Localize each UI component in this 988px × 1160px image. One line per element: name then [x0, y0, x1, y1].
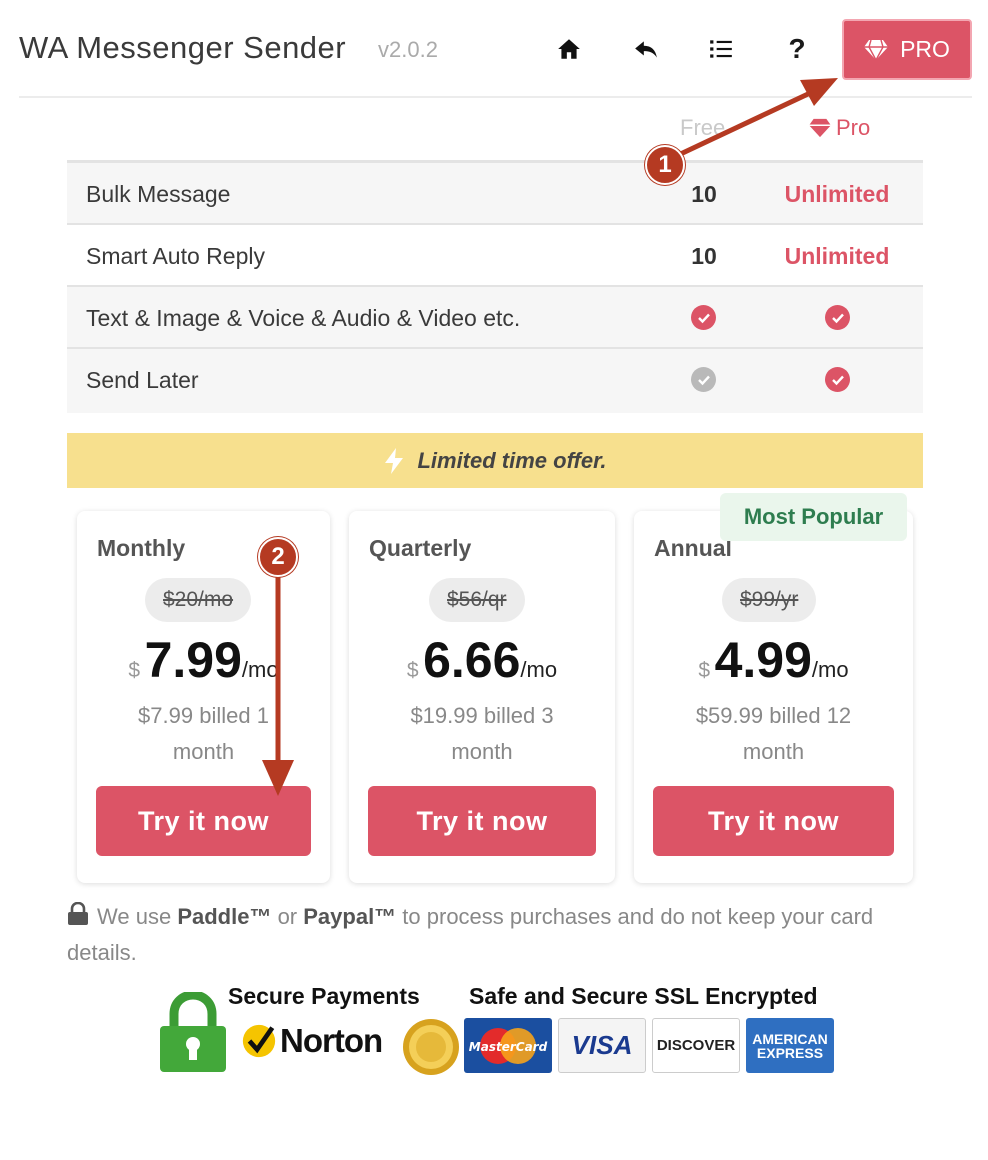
amex-line1: AMERICAN	[752, 1030, 828, 1047]
app-title: WA Messenger Sender	[19, 30, 347, 65]
old-price: $20/mo	[145, 578, 252, 622]
amex-logo: AMERICAN EXPRESS	[746, 1018, 834, 1073]
feature-label: Bulk Message	[86, 181, 231, 207]
plan-name: Annual	[654, 535, 732, 561]
price-currency: $	[698, 659, 711, 682]
table-row: Bulk Message 10 Unlimited	[67, 163, 923, 225]
billed-text: $19.99 billed 3 month	[369, 698, 595, 770]
old-price: $56/qr	[429, 578, 525, 622]
check-icon	[825, 305, 850, 330]
ssl-title: Safe and Secure SSL Encrypted	[469, 983, 818, 1009]
table-row: Text & Image & Voice & Audio & Video etc…	[67, 287, 923, 349]
home-icon[interactable]	[554, 34, 584, 64]
note-or: or	[271, 904, 304, 929]
discover-logo: DISCOVER	[652, 1018, 740, 1073]
note-paypal: Paypal™	[303, 904, 397, 929]
price: $ 4.99/mo	[634, 631, 913, 689]
pro-button[interactable]: PRO	[842, 19, 972, 80]
billed-line: $7.99 billed 1	[138, 703, 269, 728]
list-icon[interactable]	[706, 34, 736, 64]
annotation-step-1: 1	[645, 145, 685, 185]
header-divider	[19, 96, 972, 98]
price-amount: 7.99	[144, 632, 242, 688]
check-icon	[691, 305, 716, 330]
billed-line: month	[451, 739, 513, 764]
undo-icon[interactable]	[631, 34, 661, 64]
feature-free-value: 10	[691, 243, 717, 269]
billed-line: $59.99 billed 12	[695, 703, 852, 728]
table-row: Smart Auto Reply 10 Unlimited	[67, 225, 923, 287]
feature-pro-value: Unlimited	[784, 181, 890, 207]
feature-free-value: 10	[691, 181, 717, 207]
feature-label: Send Later	[86, 367, 199, 393]
secure-payments-title: Secure Payments	[228, 983, 420, 1009]
column-pro-label: Pro	[836, 115, 871, 140]
note-paddle: Paddle™	[177, 904, 272, 929]
norton-text: Norton	[280, 1022, 383, 1059]
annotation-step-2: 2	[258, 537, 298, 577]
pro-button-label: PRO	[900, 36, 950, 62]
price: $ 7.99/mo	[77, 631, 330, 689]
bolt-icon	[385, 447, 404, 474]
billed-text: $7.99 billed 1 month	[97, 698, 310, 770]
column-free: Free	[680, 115, 726, 140]
guarantee-seal-icon	[403, 1019, 459, 1075]
norton-logo: Norton	[240, 1022, 383, 1060]
plan-card-quarterly: Quarterly $56/qr $ 6.66/mo $19.99 billed…	[349, 511, 615, 883]
most-popular-badge: Most Popular	[720, 493, 907, 541]
plan-name: Quarterly	[369, 535, 472, 561]
price: $ 6.66/mo	[349, 631, 615, 689]
billed-line: $19.99 billed 3	[410, 703, 554, 728]
mastercard-text: MasterCard	[469, 1040, 548, 1054]
column-pro: Pro	[808, 115, 870, 141]
try-it-now-button[interactable]: Try it now	[368, 786, 596, 856]
price-currency: $	[128, 659, 141, 682]
app-version: v2.0.2	[378, 37, 438, 62]
feature-pro-value: Unlimited	[784, 243, 890, 269]
table-row: Send Later	[67, 349, 923, 413]
app-header: WA Messenger Sender v2.0.2 ? PRO	[0, 0, 988, 98]
amex-line2: EXPRESS	[756, 1044, 824, 1061]
mastercard-logo: MasterCard	[464, 1018, 552, 1073]
price-period: /mo	[520, 657, 558, 682]
diamond-icon	[809, 118, 831, 138]
feature-label: Text & Image & Voice & Audio & Video etc…	[86, 305, 521, 331]
lock-icon	[68, 902, 88, 925]
check-icon	[691, 367, 716, 392]
price-currency: $	[406, 659, 419, 682]
check-icon	[825, 367, 850, 392]
price-period: /mo	[811, 657, 849, 682]
feature-table: Bulk Message 10 Unlimited Smart Auto Rep…	[67, 160, 923, 413]
padlock-icon	[160, 992, 226, 1072]
try-it-now-button[interactable]: Try it now	[653, 786, 894, 856]
billed-line: month	[742, 739, 805, 764]
plan-card-annual: Annual $99/yr $ 4.99/mo $59.99 billed 12…	[634, 511, 913, 883]
old-price: $99/yr	[722, 578, 817, 622]
plan-name: Monthly	[97, 535, 186, 561]
payment-note: We use Paddle™ or Paypal™ to process pur…	[67, 899, 923, 971]
offer-banner: Limited time offer.	[67, 433, 923, 488]
price-amount: 6.66	[423, 632, 521, 688]
try-it-now-button[interactable]: Try it now	[96, 786, 311, 856]
help-icon[interactable]: ?	[782, 34, 812, 64]
offer-text: Limited time offer.	[417, 447, 607, 473]
price-period: /mo	[241, 657, 279, 682]
price-amount: 4.99	[714, 632, 812, 688]
norton-check-icon	[242, 1024, 276, 1058]
feature-label: Smart Auto Reply	[86, 243, 265, 269]
billed-line: month	[172, 739, 235, 764]
diamond-icon	[864, 39, 889, 61]
note-prefix: We use	[97, 904, 178, 929]
visa-logo: VISA	[558, 1018, 646, 1073]
billed-text: $59.99 billed 12 month	[654, 698, 893, 770]
